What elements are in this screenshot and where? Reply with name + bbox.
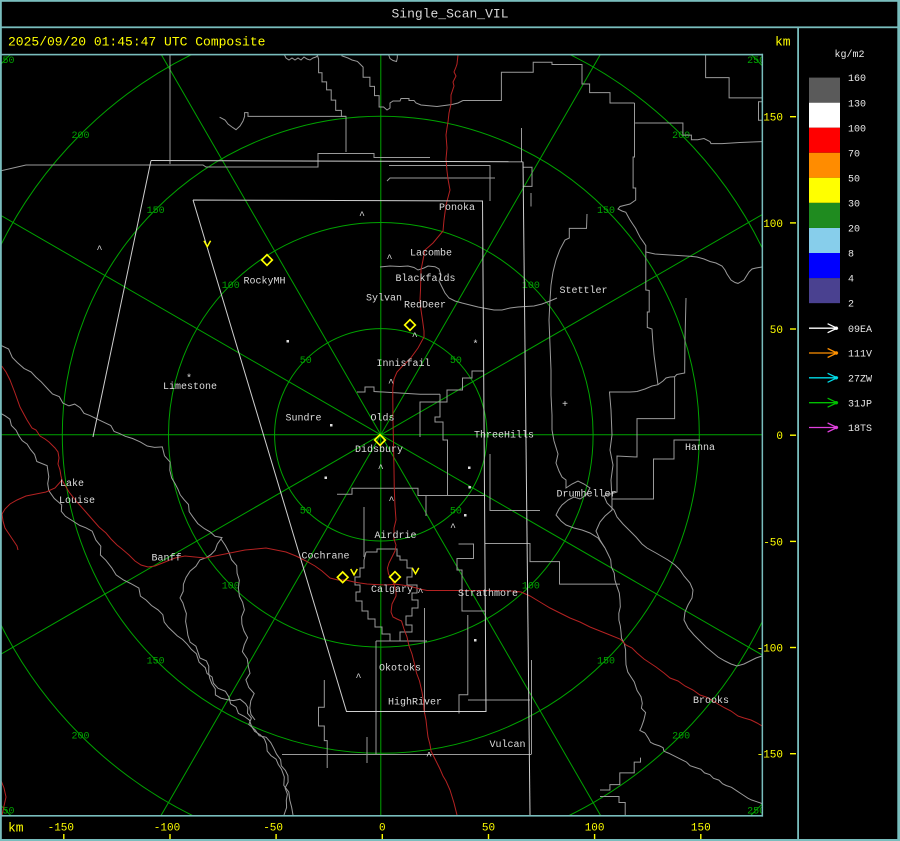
svg-text:50: 50 — [482, 823, 495, 835]
svg-text:20: 20 — [848, 225, 860, 236]
svg-text:Airdrie: Airdrie — [375, 530, 417, 542]
svg-text:RedDeer: RedDeer — [404, 300, 446, 312]
svg-text:150: 150 — [597, 206, 615, 217]
svg-text:100: 100 — [585, 823, 605, 835]
svg-text:-50: -50 — [763, 537, 783, 549]
svg-text:Sylvan: Sylvan — [366, 293, 402, 305]
svg-text:50: 50 — [848, 174, 860, 185]
svg-text:RockyMH: RockyMH — [244, 276, 286, 288]
svg-text:70: 70 — [848, 149, 860, 160]
svg-text:200: 200 — [71, 732, 89, 743]
svg-text:4: 4 — [848, 275, 854, 286]
svg-text:130: 130 — [848, 99, 866, 110]
svg-text:18TS: 18TS — [848, 424, 872, 435]
svg-text:-100: -100 — [757, 644, 783, 656]
svg-text:Ponoka: Ponoka — [439, 202, 475, 214]
svg-text:2025/09/20 01:45:47 UTC Compos: 2025/09/20 01:45:47 UTC Composite — [8, 35, 265, 50]
svg-text:50: 50 — [450, 506, 462, 517]
svg-text:ThreeHills: ThreeHills — [474, 430, 534, 442]
svg-text:09EA: 09EA — [848, 325, 872, 336]
svg-text:200: 200 — [71, 131, 89, 142]
svg-text:Didsbury: Didsbury — [355, 444, 403, 456]
svg-text:-100: -100 — [154, 823, 180, 835]
svg-text:-50: -50 — [263, 823, 283, 835]
svg-text:HighRiver: HighRiver — [388, 697, 442, 709]
svg-text:Sundre: Sundre — [286, 413, 322, 425]
svg-text:30: 30 — [848, 200, 860, 211]
svg-text:250: 250 — [0, 56, 15, 67]
svg-text:-150: -150 — [48, 823, 74, 835]
svg-text:^: ^ — [388, 496, 394, 507]
svg-text:^: ^ — [96, 245, 102, 256]
svg-text:^: ^ — [359, 211, 365, 222]
svg-text:Olds: Olds — [371, 413, 395, 425]
svg-text:0: 0 — [776, 431, 783, 443]
svg-text:100: 100 — [222, 581, 240, 592]
svg-text:Stettler: Stettler — [560, 285, 608, 297]
svg-text:100: 100 — [522, 581, 540, 592]
svg-text:160: 160 — [848, 74, 866, 85]
svg-text:Hanna: Hanna — [685, 443, 715, 454]
svg-text:Innisfail: Innisfail — [377, 358, 431, 370]
svg-text:50: 50 — [300, 506, 312, 517]
svg-text:27ZW: 27ZW — [848, 374, 872, 385]
svg-text:^: ^ — [426, 752, 432, 763]
svg-text:31JP: 31JP — [848, 399, 872, 410]
svg-text:^: ^ — [450, 523, 456, 534]
svg-text:kg/m2: kg/m2 — [834, 49, 864, 61]
svg-text:50: 50 — [450, 356, 462, 367]
svg-text:Vulcan: Vulcan — [490, 739, 526, 751]
svg-text:Drumheller: Drumheller — [557, 489, 617, 501]
svg-text:50: 50 — [300, 356, 312, 367]
svg-text:Strathmore: Strathmore — [458, 588, 518, 600]
svg-text:150: 150 — [691, 823, 711, 835]
svg-text:111V: 111V — [848, 350, 872, 361]
svg-text:200: 200 — [672, 131, 690, 142]
svg-text:100: 100 — [848, 124, 866, 135]
svg-text:100: 100 — [222, 281, 240, 292]
svg-text:^: ^ — [378, 464, 384, 475]
svg-text:Lacombe: Lacombe — [410, 248, 452, 260]
svg-text:^: ^ — [386, 254, 392, 265]
svg-text:Louise: Louise — [59, 495, 95, 507]
svg-text:50: 50 — [770, 325, 783, 337]
svg-text:150: 150 — [597, 657, 615, 668]
svg-text:*: * — [186, 373, 192, 385]
svg-text:150: 150 — [763, 113, 783, 125]
svg-text:2: 2 — [848, 300, 854, 311]
svg-text:8: 8 — [848, 250, 854, 261]
svg-text:*: * — [472, 339, 478, 351]
svg-text:200: 200 — [672, 732, 690, 743]
svg-text:Single_Scan_VIL: Single_Scan_VIL — [391, 7, 508, 22]
svg-text:^: ^ — [388, 379, 394, 390]
svg-text:^: ^ — [412, 332, 418, 343]
svg-text:km: km — [775, 35, 791, 50]
svg-text:150: 150 — [147, 206, 165, 217]
svg-text:Lake: Lake — [60, 478, 84, 490]
svg-text:Cochrane: Cochrane — [302, 551, 350, 563]
svg-text:^: ^ — [355, 673, 361, 684]
svg-text:Blackfalds: Blackfalds — [396, 273, 456, 285]
svg-text:Okotoks: Okotoks — [379, 663, 421, 675]
svg-text:km: km — [8, 821, 24, 836]
svg-text:-150: -150 — [757, 750, 783, 762]
svg-text:^: ^ — [417, 588, 423, 599]
svg-text:Brooks: Brooks — [693, 695, 729, 707]
svg-text:150: 150 — [147, 657, 165, 668]
svg-text:100: 100 — [763, 219, 783, 231]
svg-text:0: 0 — [379, 823, 386, 835]
svg-text:Calgary: Calgary — [371, 584, 413, 596]
svg-text:+: + — [562, 400, 568, 411]
svg-text:Banff: Banff — [152, 553, 182, 565]
